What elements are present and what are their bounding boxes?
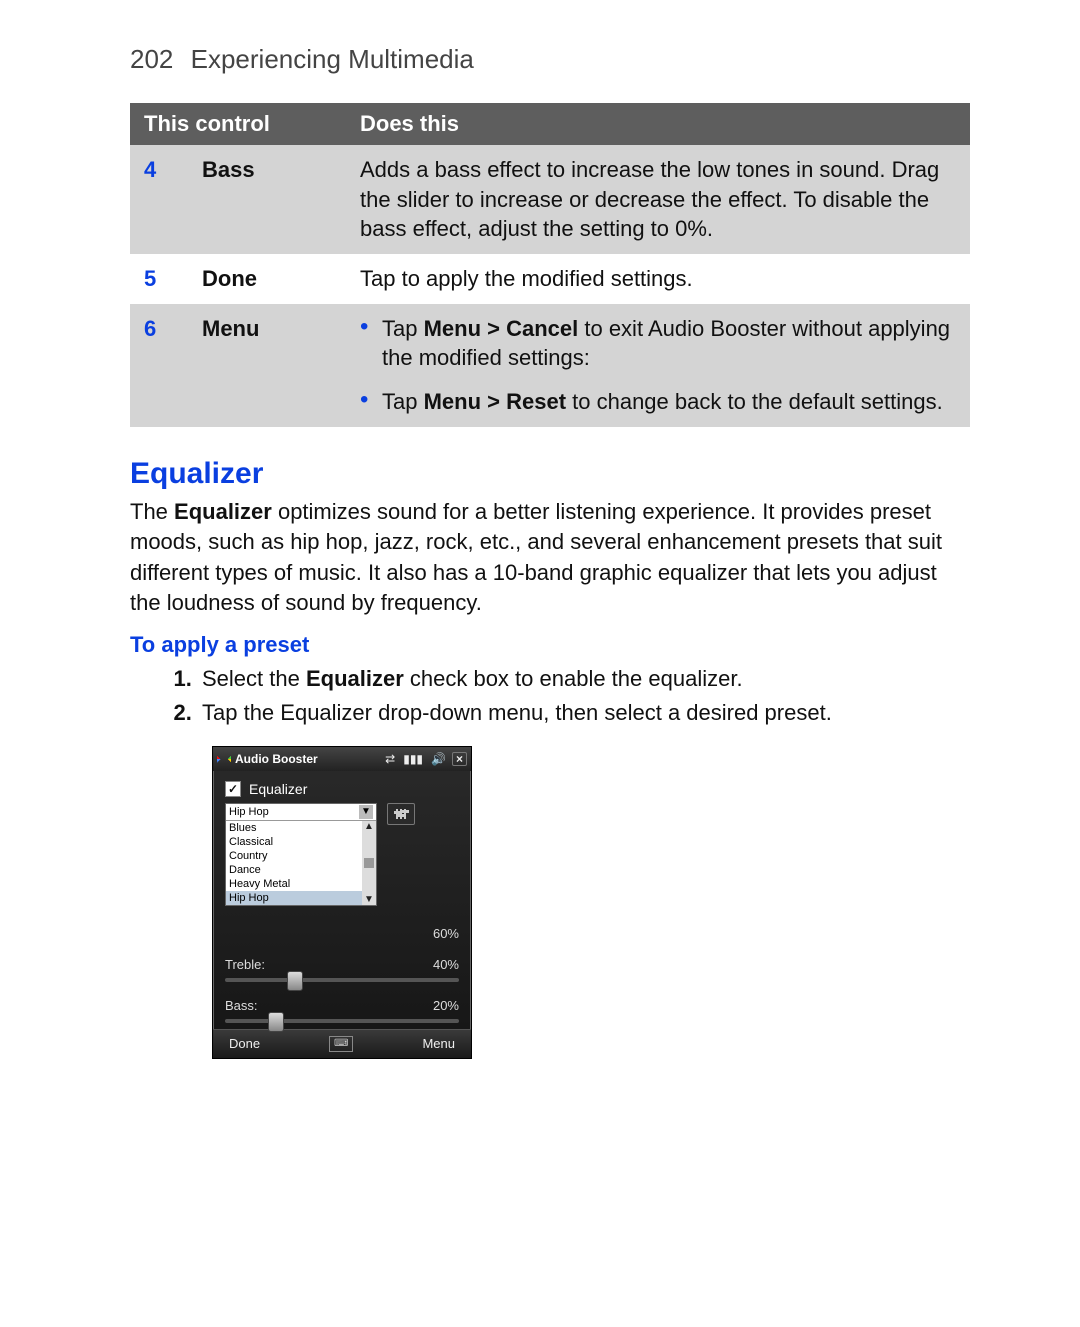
row-index: 5 bbox=[130, 254, 188, 304]
equalizer-checkbox-label: Equalizer bbox=[249, 781, 307, 797]
row-name: Bass bbox=[188, 145, 346, 254]
connect-icon: ⇄ bbox=[383, 753, 397, 765]
treble-value: 40% bbox=[433, 957, 459, 972]
preset-option[interactable]: Classical bbox=[226, 835, 362, 849]
preset-options[interactable]: Blues Classical Country Dance Heavy Meta… bbox=[226, 821, 362, 905]
graphic-eq-button[interactable] bbox=[387, 803, 415, 825]
slider-thumb[interactable] bbox=[287, 971, 303, 991]
preset-option[interactable]: Dance bbox=[226, 863, 362, 877]
row-desc: Tap Menu > Cancel to exit Audio Booster … bbox=[346, 304, 970, 427]
treble-slider[interactable] bbox=[225, 978, 459, 982]
step: Tap the Equalizer drop-down menu, then s… bbox=[198, 698, 970, 728]
equalizer-checkbox[interactable]: ✓ bbox=[225, 781, 241, 797]
scrollbar[interactable]: ▲ ▼ bbox=[362, 821, 376, 905]
section-title: Experiencing Multimedia bbox=[191, 44, 474, 74]
bullet: Tap Menu > Reset to change back to the d… bbox=[360, 387, 956, 417]
bass-value: 20% bbox=[433, 998, 459, 1013]
scroll-thumb[interactable] bbox=[364, 858, 374, 868]
close-icon[interactable]: × bbox=[452, 752, 467, 766]
table-row: 5 Done Tap to apply the modified setting… bbox=[130, 254, 970, 304]
preset-selected: Hip Hop bbox=[229, 806, 269, 818]
preset-option[interactable]: Blues bbox=[226, 821, 362, 835]
preset-dropdown[interactable]: Hip Hop ▼ Blues Classical Country Dance … bbox=[225, 803, 377, 906]
done-button[interactable]: Done bbox=[229, 1036, 260, 1051]
menu-button[interactable]: Menu bbox=[422, 1036, 455, 1051]
preset-option[interactable]: Hip Hop bbox=[226, 891, 362, 905]
chevron-down-icon[interactable]: ▼ bbox=[359, 805, 373, 819]
page-header: 202 Experiencing Multimedia bbox=[130, 44, 970, 75]
bass-label: Bass: bbox=[225, 998, 258, 1013]
signal-icon: ▮▮▮ bbox=[401, 753, 425, 765]
steps-list: Select the Equalizer check box to enable… bbox=[130, 664, 970, 727]
page-number: 202 bbox=[130, 44, 173, 74]
row-name: Menu bbox=[188, 304, 346, 427]
scroll-up-icon[interactable]: ▲ bbox=[364, 821, 374, 832]
preset-option[interactable]: Country bbox=[226, 849, 362, 863]
preset-option[interactable]: Heavy Metal bbox=[226, 877, 362, 891]
volume-icon: 🔊 bbox=[429, 753, 448, 765]
slider-row: 60% bbox=[225, 926, 459, 941]
slider-value: 60% bbox=[225, 926, 459, 941]
th-control: This control bbox=[130, 103, 346, 145]
apply-preset-heading: To apply a preset bbox=[130, 632, 970, 658]
th-does: Does this bbox=[346, 103, 970, 145]
equalizer-heading: Equalizer bbox=[130, 457, 970, 491]
slider-thumb[interactable] bbox=[268, 1012, 284, 1032]
row-desc: Tap to apply the modified settings. bbox=[346, 254, 970, 304]
treble-label: Treble: bbox=[225, 957, 265, 972]
table-row: 4 Bass Adds a bass effect to increase th… bbox=[130, 145, 970, 254]
equalizer-paragraph: The Equalizer optimizes sound for a bett… bbox=[130, 497, 970, 618]
table-row: 6 Menu Tap Menu > Cancel to exit Audio B… bbox=[130, 304, 970, 427]
row-index: 4 bbox=[130, 145, 188, 254]
row-index: 6 bbox=[130, 304, 188, 427]
step: Select the Equalizer check box to enable… bbox=[198, 664, 970, 694]
device-titlebar: Audio Booster ⇄ ▮▮▮ 🔊 × bbox=[213, 747, 471, 771]
bullet: Tap Menu > Cancel to exit Audio Booster … bbox=[360, 314, 956, 373]
row-name: Done bbox=[188, 254, 346, 304]
device-title: Audio Booster bbox=[235, 752, 318, 766]
controls-table: This control Does this 4 Bass Adds a bas… bbox=[130, 103, 970, 427]
device-screenshot: Audio Booster ⇄ ▮▮▮ 🔊 × ✓ Equalizer Hip … bbox=[212, 746, 472, 1059]
keyboard-icon[interactable]: ⌨ bbox=[329, 1036, 353, 1052]
bass-slider[interactable] bbox=[225, 1019, 459, 1023]
windows-flag-icon bbox=[217, 752, 231, 766]
row-desc: Adds a bass effect to increase the low t… bbox=[346, 145, 970, 254]
scroll-down-icon[interactable]: ▼ bbox=[364, 894, 374, 905]
